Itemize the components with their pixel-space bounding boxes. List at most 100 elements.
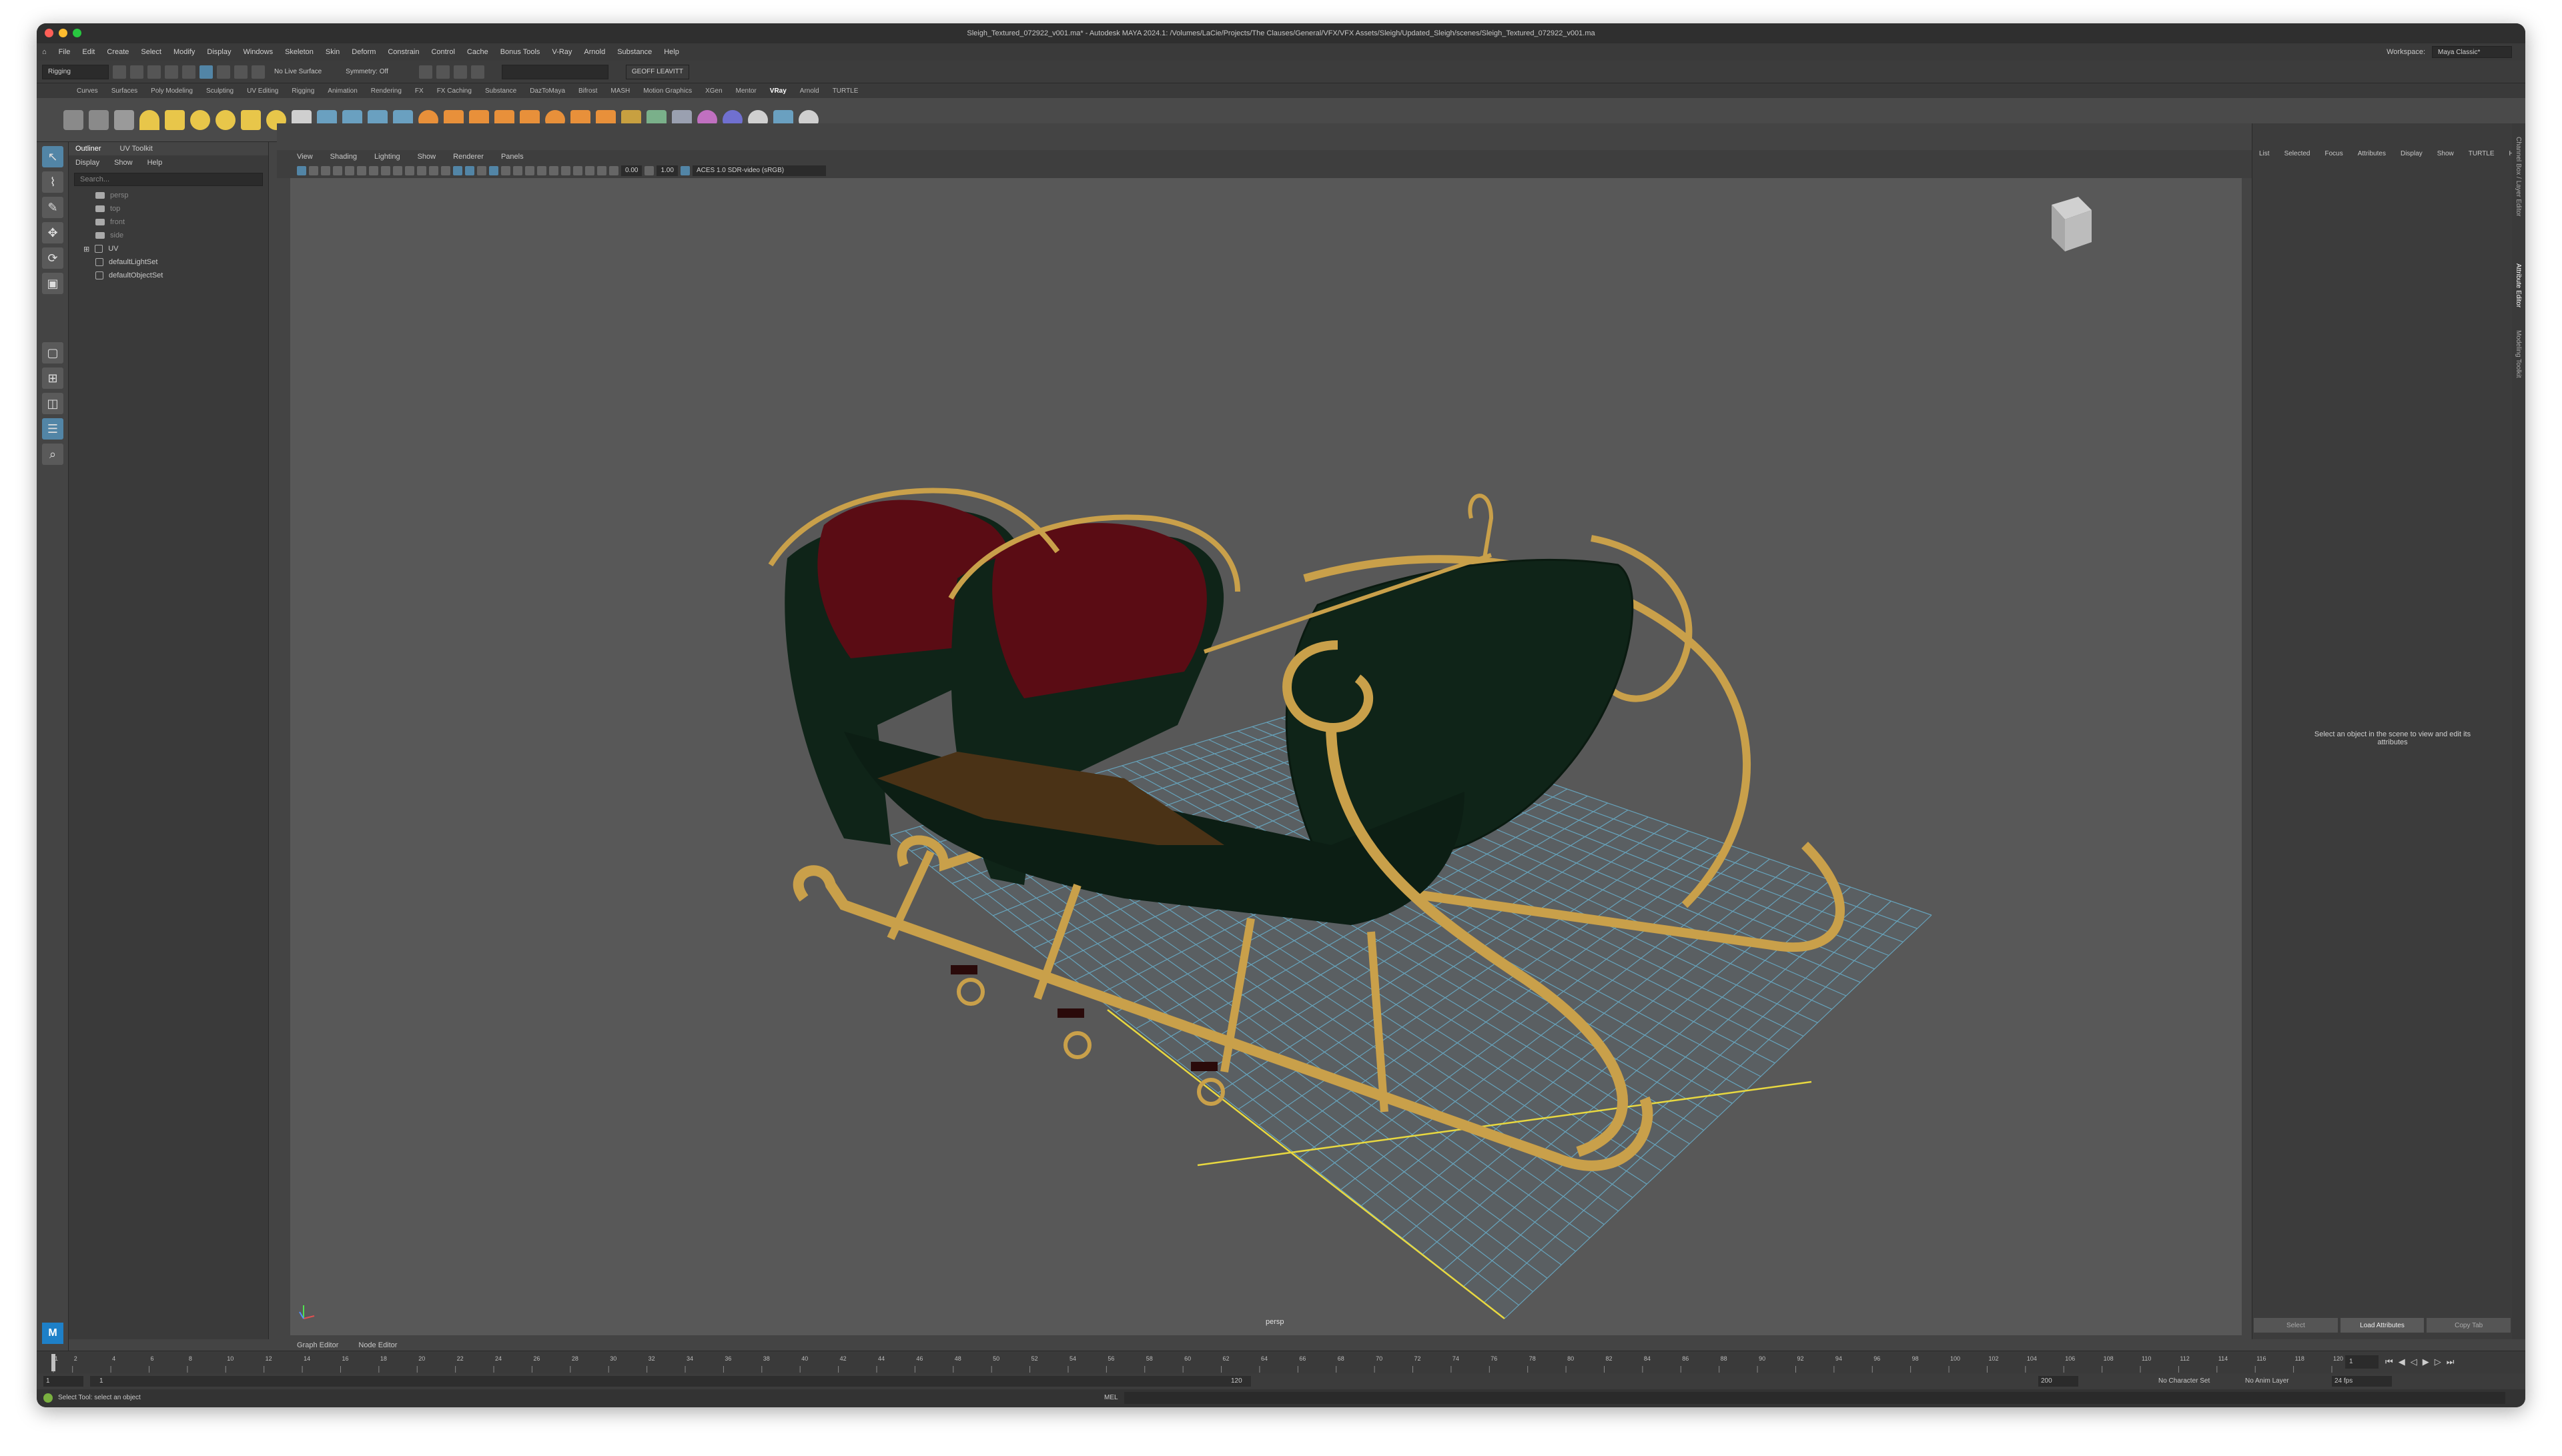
vray-mesh-light-icon[interactable] — [216, 109, 236, 130]
shelf-tab-daztomaya[interactable]: DazToMaya — [530, 87, 565, 95]
two-view-layout-icon[interactable]: ◫ — [42, 393, 63, 414]
menu-edit[interactable]: Edit — [82, 48, 95, 56]
viewport-menu-panels[interactable]: Panels — [501, 153, 524, 161]
tab-uv-toolkit[interactable]: UV Toolkit — [120, 145, 153, 153]
outliner-item-side[interactable]: side — [69, 229, 268, 242]
tab-graph-editor[interactable]: Graph Editor — [297, 1341, 338, 1349]
menu-vray[interactable]: V-Ray — [552, 48, 572, 56]
ambient-occlusion-icon[interactable] — [525, 166, 534, 175]
snap-curve-icon[interactable] — [234, 65, 248, 79]
shelf-tab-mentor[interactable]: Mentor — [736, 87, 757, 95]
shelf-tab-arnold[interactable]: Arnold — [800, 87, 819, 95]
select-tool-icon[interactable]: ↖ — [42, 146, 63, 167]
shelf-tab-poly-modeling[interactable]: Poly Modeling — [151, 87, 193, 95]
four-view-layout-icon[interactable]: ⊞ — [42, 368, 63, 389]
menu-windows[interactable]: Windows — [243, 48, 273, 56]
animation-end-field[interactable]: 200 — [2038, 1376, 2078, 1387]
outliner-item-persp[interactable]: persp — [69, 189, 268, 202]
anim-layer-dropdown[interactable]: No Anim Layer — [2245, 1376, 2289, 1387]
camera-attributes-icon[interactable] — [309, 166, 318, 175]
outliner-layout-icon[interactable]: ☰ — [42, 418, 63, 440]
resolution-gate-icon[interactable] — [393, 166, 402, 175]
copy-tab-button[interactable]: Copy Tab — [2427, 1318, 2511, 1333]
menu-control[interactable]: Control — [431, 48, 454, 56]
current-time-indicator[interactable] — [51, 1354, 55, 1371]
workspace-dropdown[interactable]: Maya Classic* — [2432, 46, 2512, 58]
gamma-icon[interactable] — [645, 166, 655, 175]
2d-pan-zoom-icon[interactable] — [345, 166, 354, 175]
current-frame-field[interactable]: 1 — [2345, 1355, 2379, 1369]
attr-menu-display[interactable]: Display — [2401, 150, 2423, 157]
new-scene-icon[interactable] — [113, 65, 126, 79]
shelf-tab-turtle[interactable]: TURTLE — [833, 87, 859, 95]
outliner-item-defaultobjectset[interactable]: defaultObjectSet — [69, 269, 268, 282]
menu-substance[interactable]: Substance — [617, 48, 652, 56]
character-set-dropdown[interactable]: No Character Set — [2158, 1376, 2210, 1387]
attr-menu-turtle[interactable]: TURTLE — [2469, 150, 2495, 157]
attribute-editor-tab[interactable]: Attribute Editor — [2515, 263, 2522, 307]
expand-icon[interactable]: ⊞ — [83, 245, 89, 253]
shelf-tab-bifrost[interactable]: Bifrost — [578, 87, 597, 95]
zoom-window-button[interactable] — [73, 29, 81, 37]
menu-cache[interactable]: Cache — [467, 48, 488, 56]
vray-ies-light-icon[interactable] — [241, 109, 261, 130]
menu-constrain[interactable]: Constrain — [388, 48, 419, 56]
lasso-tool-icon[interactable]: ⌇ — [42, 171, 63, 193]
menu-help[interactable]: Help — [664, 48, 679, 56]
menu-select[interactable]: Select — [141, 48, 161, 56]
rotate-tool-icon[interactable]: ⟳ — [42, 247, 63, 269]
tab-node-editor[interactable]: Node Editor — [358, 1341, 397, 1349]
shelf-tab-mash[interactable]: MASH — [610, 87, 630, 95]
snap-grid-icon[interactable] — [217, 65, 230, 79]
paint-select-tool-icon[interactable]: ✎ — [42, 197, 63, 218]
render-settings-icon[interactable] — [470, 65, 484, 79]
vray-frame-buffer-icon[interactable] — [114, 109, 134, 130]
menu-file[interactable]: File — [59, 48, 71, 56]
safe-action-icon[interactable] — [429, 166, 438, 175]
vray-render-icon[interactable] — [63, 109, 83, 130]
select-camera-icon[interactable] — [297, 166, 306, 175]
wireframe-icon[interactable] — [453, 166, 462, 175]
time-slider[interactable]: 1 2 4 6 8 10 12 14 16 18 20 22 24 26 28 30 32 34 36 38 40 42 4… — [37, 1351, 2525, 1373]
playback-end-field[interactable]: 120 — [1231, 1376, 1242, 1387]
film-gate-icon[interactable] — [381, 166, 390, 175]
textured-icon[interactable] — [489, 166, 498, 175]
fps-dropdown[interactable]: 24 fps — [2332, 1376, 2392, 1387]
xray-joints-icon[interactable] — [597, 166, 606, 175]
minimize-window-button[interactable] — [59, 29, 67, 37]
command-input[interactable] — [1124, 1392, 2505, 1404]
maya-logo-icon[interactable]: M — [42, 1323, 63, 1344]
view-cube[interactable] — [2052, 197, 2092, 251]
anti-aliasing-icon[interactable] — [549, 166, 558, 175]
user-account-button[interactable]: GEOFF LEAVITT — [625, 64, 689, 79]
viewport-menu-shading[interactable]: Shading — [330, 153, 357, 161]
outliner-search-input[interactable]: Search... — [74, 173, 263, 186]
ipr-render-icon[interactable] — [453, 65, 467, 79]
grid-icon[interactable] — [369, 166, 378, 175]
home-icon[interactable]: ⌂ — [42, 48, 47, 56]
bookmark-icon[interactable] — [321, 166, 330, 175]
attr-menu-list[interactable]: List — [2259, 150, 2270, 157]
shelf-tab-curves[interactable]: Curves — [77, 87, 98, 95]
shelf-tab-substance[interactable]: Substance — [485, 87, 516, 95]
grease-pencil-icon[interactable] — [357, 166, 366, 175]
shelf-tab-uv-editing[interactable]: UV Editing — [247, 87, 278, 95]
depth-of-field-icon[interactable] — [561, 166, 570, 175]
outliner-item-defaultlightset[interactable]: defaultLightSet — [69, 255, 268, 269]
menu-skin[interactable]: Skin — [326, 48, 340, 56]
gamma-field[interactable]: 1.00 — [657, 165, 678, 176]
shelf-tab-rendering[interactable]: Rendering — [371, 87, 402, 95]
playback-controls[interactable]: ⏮◀◁▶▷⏭ — [2385, 1357, 2459, 1367]
input-line-field[interactable] — [501, 64, 608, 79]
viewport-menu-show[interactable]: Show — [418, 153, 436, 161]
symmetry-label[interactable]: Symmetry: Off — [346, 68, 388, 75]
exposure-icon[interactable] — [609, 166, 618, 175]
smooth-shade-icon[interactable] — [465, 166, 474, 175]
safe-title-icon[interactable] — [441, 166, 450, 175]
menu-create[interactable]: Create — [107, 48, 129, 56]
viewport-menu-renderer[interactable]: Renderer — [453, 153, 484, 161]
undo-icon[interactable] — [165, 65, 178, 79]
shelf-tab-vray[interactable]: VRay — [770, 87, 787, 95]
select-by-hierarchy-icon[interactable] — [199, 65, 213, 79]
image-plane-icon[interactable] — [333, 166, 342, 175]
